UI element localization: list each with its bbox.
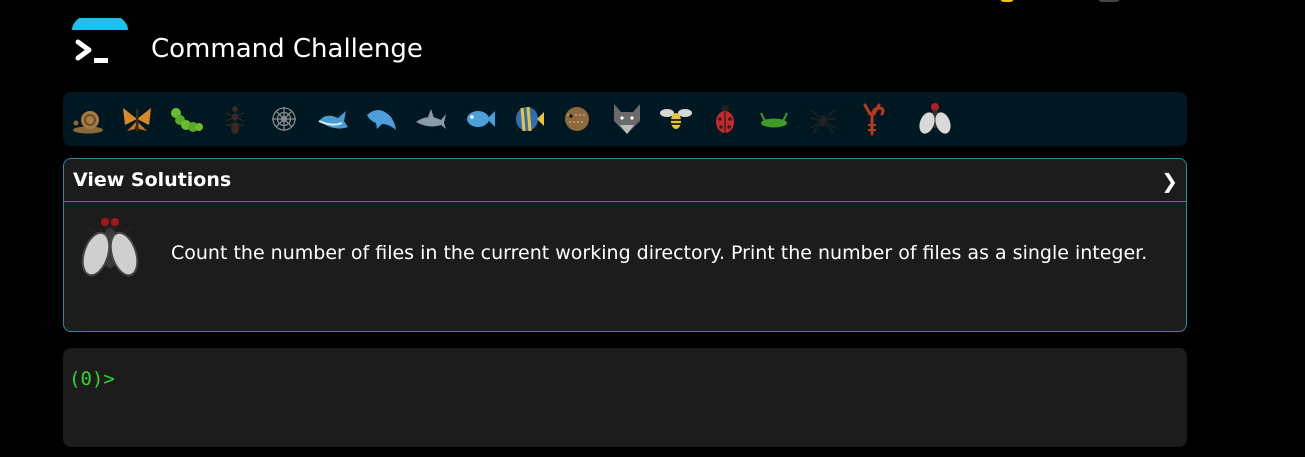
bee-icon[interactable] xyxy=(659,101,693,137)
ladybug-icon[interactable] xyxy=(708,101,742,137)
app-title: Command Challenge xyxy=(151,34,423,64)
caterpillar-icon[interactable] xyxy=(169,101,203,137)
tropical-fish-icon[interactable] xyxy=(512,101,546,137)
scorpion-icon[interactable] xyxy=(855,101,889,137)
challenge-panel: View Solutions ❯ Count the number of fil… xyxy=(63,158,1187,332)
challenge-header[interactable]: View Solutions ❯ xyxy=(64,159,1186,202)
challenge-description: Count the number of files in the current… xyxy=(171,242,1148,264)
ant-icon[interactable] xyxy=(218,101,252,137)
cricket-icon[interactable] xyxy=(757,101,791,137)
snail-icon[interactable] xyxy=(71,101,105,137)
blowfish-icon[interactable] xyxy=(561,101,595,137)
fly-icon[interactable] xyxy=(918,101,952,137)
top-edge-fragment xyxy=(1098,0,1120,2)
top-edge-fragment xyxy=(1000,0,1014,2)
fish-icon[interactable] xyxy=(463,101,497,137)
fly-icon xyxy=(78,214,142,284)
terminal-prompt-icon[interactable] xyxy=(70,12,130,74)
dolphin-icon[interactable] xyxy=(365,101,399,137)
butterfly-icon[interactable] xyxy=(120,101,154,137)
spider-web-icon[interactable] xyxy=(267,101,301,137)
spider-icon[interactable] xyxy=(806,101,840,137)
whale-icon[interactable] xyxy=(316,101,350,137)
terminal-prompt: (0)> xyxy=(69,368,115,390)
wolf-icon[interactable] xyxy=(610,101,644,137)
chevron-right-icon[interactable]: ❯ xyxy=(1161,169,1178,193)
challenge-nav-bar xyxy=(63,92,1187,146)
shark-icon[interactable] xyxy=(414,101,448,137)
terminal-input[interactable]: (0)> xyxy=(63,348,1187,447)
view-solutions-toggle[interactable]: View Solutions xyxy=(73,169,231,191)
